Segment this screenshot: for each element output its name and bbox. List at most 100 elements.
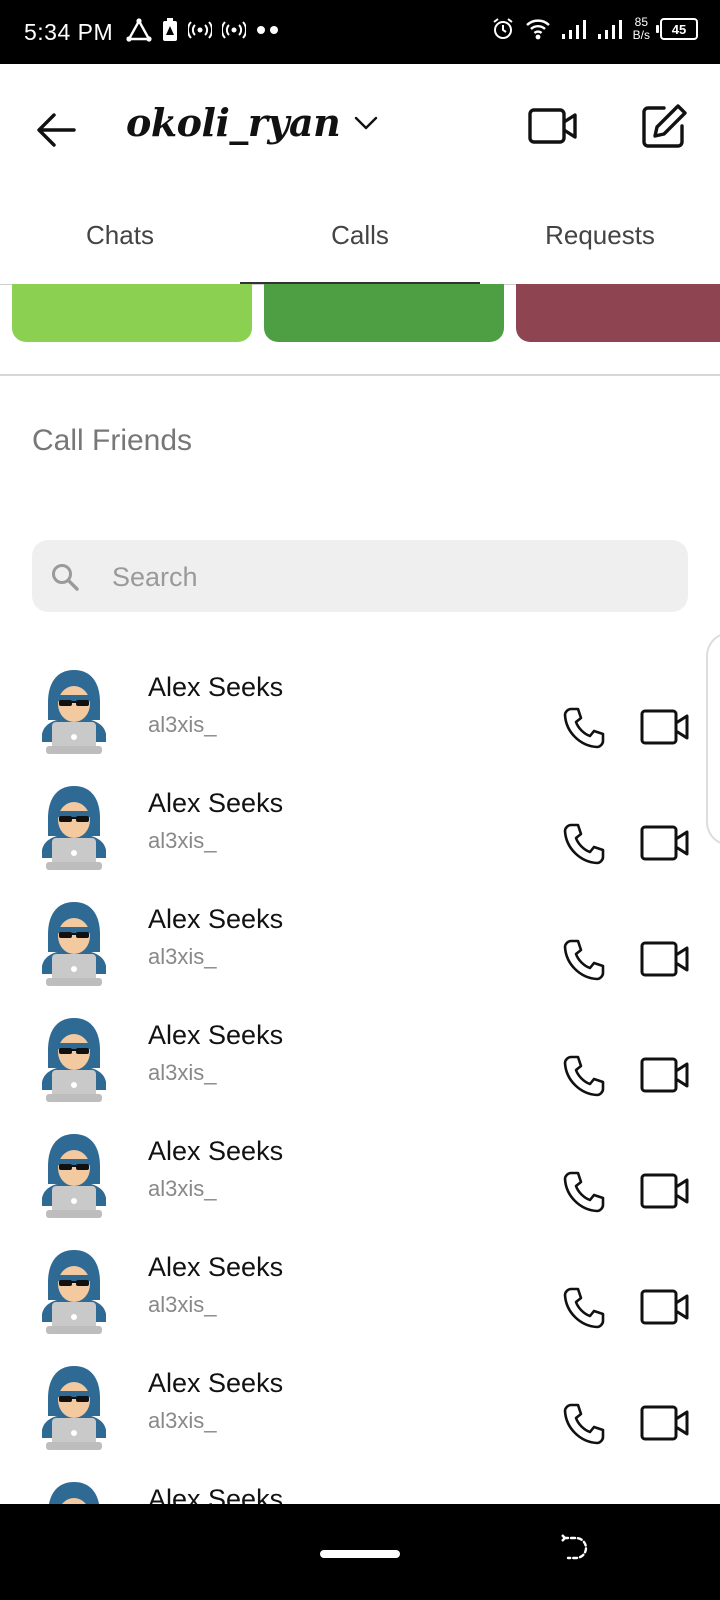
phone-icon <box>562 1054 606 1098</box>
compose-message-button[interactable] <box>640 102 688 150</box>
list-item[interactable]: Alex Seeks al3xis_ <box>0 772 720 888</box>
voice-call-button[interactable] <box>562 1054 606 1098</box>
alarm-icon <box>491 17 515 41</box>
list-item[interactable]: Alex Seeks al3xis_ <box>0 656 720 772</box>
arrow-left-icon <box>34 110 78 150</box>
voice-call-button[interactable] <box>562 822 606 866</box>
video-call-button[interactable] <box>640 1402 690 1444</box>
phone-icon <box>562 938 606 982</box>
status-bar: 5:34 PM 85 B/s 45 <box>0 0 720 64</box>
contact-name: Alex Seeks <box>148 1484 284 1504</box>
contact-handle: al3xis_ <box>148 1060 217 1085</box>
voice-call-button[interactable] <box>562 938 606 982</box>
search-input[interactable] <box>110 540 674 614</box>
battery-saver-icon <box>162 18 178 42</box>
color-card[interactable] <box>516 284 720 342</box>
list-item[interactable]: Alex Seeks al3xis_ <box>0 1004 720 1120</box>
video-camera-icon <box>528 104 578 148</box>
tab-requests[interactable]: Requests <box>480 220 720 251</box>
color-card[interactable] <box>264 284 504 342</box>
voice-call-button[interactable] <box>562 1170 606 1214</box>
phone-icon <box>562 1402 606 1446</box>
voice-call-button[interactable] <box>562 1402 606 1446</box>
video-call-button[interactable] <box>640 1170 690 1212</box>
hotspot-icon <box>222 21 246 39</box>
section-divider <box>0 374 720 376</box>
section-title: Call Friends <box>32 424 193 457</box>
status-left-icons <box>126 18 280 42</box>
contact-handle: al3xis_ <box>148 1408 217 1433</box>
avatar <box>38 668 110 756</box>
contact-name: Alex Seeks <box>148 1368 284 1398</box>
avatar <box>38 1016 110 1104</box>
app-header: okoli_ryan <box>0 64 720 194</box>
status-time: 5:34 PM <box>24 19 114 45</box>
video-camera-icon <box>640 706 690 748</box>
avatar <box>38 1248 110 1336</box>
contact-handle: al3xis_ <box>148 828 217 853</box>
network-speed: 85 B/s <box>633 16 650 42</box>
hotspot-icon <box>188 21 212 39</box>
color-cards-row <box>0 284 720 342</box>
phone-icon <box>562 706 606 750</box>
contact-name: Alex Seeks <box>148 1136 284 1166</box>
avatar <box>38 1364 110 1452</box>
contact-list: Alex Seeks al3xis_ Alex Seeks al3xis_ Alex… <box>0 656 720 1504</box>
signal-icon <box>597 18 623 40</box>
battery-indicator: 45 <box>656 18 698 40</box>
phone-icon <box>562 1170 606 1214</box>
chevron-down-icon <box>354 116 378 130</box>
back-button[interactable] <box>34 110 78 150</box>
home-gesture-bar[interactable] <box>320 1550 400 1558</box>
tab-bar: Chats Calls Requests <box>0 200 720 285</box>
avatar <box>38 784 110 872</box>
avatar <box>38 900 110 988</box>
contact-handle: al3xis_ <box>148 712 217 737</box>
video-call-button[interactable] <box>640 938 690 980</box>
video-camera-icon <box>640 1286 690 1328</box>
tab-calls[interactable]: Calls <box>240 220 480 251</box>
phone-icon <box>562 1286 606 1330</box>
list-item[interactable]: Alex Seeks al3xis_ <box>0 1352 720 1468</box>
account-switcher[interactable]: okoli_ryan <box>126 100 378 145</box>
color-card[interactable] <box>12 284 252 342</box>
video-call-button[interactable] <box>640 1286 690 1328</box>
video-camera-icon <box>640 1054 690 1096</box>
wifi-icon <box>525 18 551 40</box>
edge-panel-handle[interactable] <box>706 632 720 846</box>
list-item[interactable]: Alex Seeks al3xis_ <box>0 1120 720 1236</box>
search-icon <box>50 562 80 592</box>
phone-icon <box>562 822 606 866</box>
account-username: okoli_ryan <box>126 100 341 145</box>
video-camera-icon <box>640 1402 690 1444</box>
video-camera-icon <box>640 1170 690 1212</box>
list-item[interactable]: Alex Seeksal3xis_ <box>0 888 720 1004</box>
voice-call-button[interactable] <box>562 1286 606 1330</box>
network-speed-unit: B/s <box>632 28 650 42</box>
contact-handle: al3xis_ <box>148 1292 217 1317</box>
dots-icon <box>256 25 280 35</box>
contact-name: Alex Seeks <box>148 672 284 702</box>
contact-name: Alex Seeks <box>148 904 284 934</box>
tab-chats[interactable]: Chats <box>0 220 240 251</box>
triangle-icon <box>126 18 152 42</box>
status-right-icons: 85 B/s 45 <box>491 16 698 42</box>
search-bar <box>32 540 688 614</box>
edit-icon <box>640 102 688 150</box>
video-call-button[interactable] <box>640 822 690 864</box>
voice-call-button[interactable] <box>562 706 606 750</box>
contact-handle: al3xis_ <box>148 1176 217 1201</box>
contact-name: Alex Seeks <box>148 1020 284 1050</box>
contact-name: Alex Seeks <box>148 788 284 818</box>
contact-name: Alex Seeks <box>148 1252 284 1282</box>
list-item[interactable]: Alex Seeksal3xis_ <box>0 1468 720 1504</box>
video-camera-icon <box>640 822 690 864</box>
back-gesture-icon <box>558 1534 590 1566</box>
back-gesture-button[interactable] <box>558 1534 590 1566</box>
video-call-button[interactable] <box>640 706 690 748</box>
list-item[interactable]: Alex Seeks al3xis_ <box>0 1236 720 1352</box>
video-camera-icon <box>640 938 690 980</box>
video-call-button[interactable] <box>640 1054 690 1096</box>
avatar <box>38 1480 110 1504</box>
new-video-call-button[interactable] <box>528 104 578 148</box>
